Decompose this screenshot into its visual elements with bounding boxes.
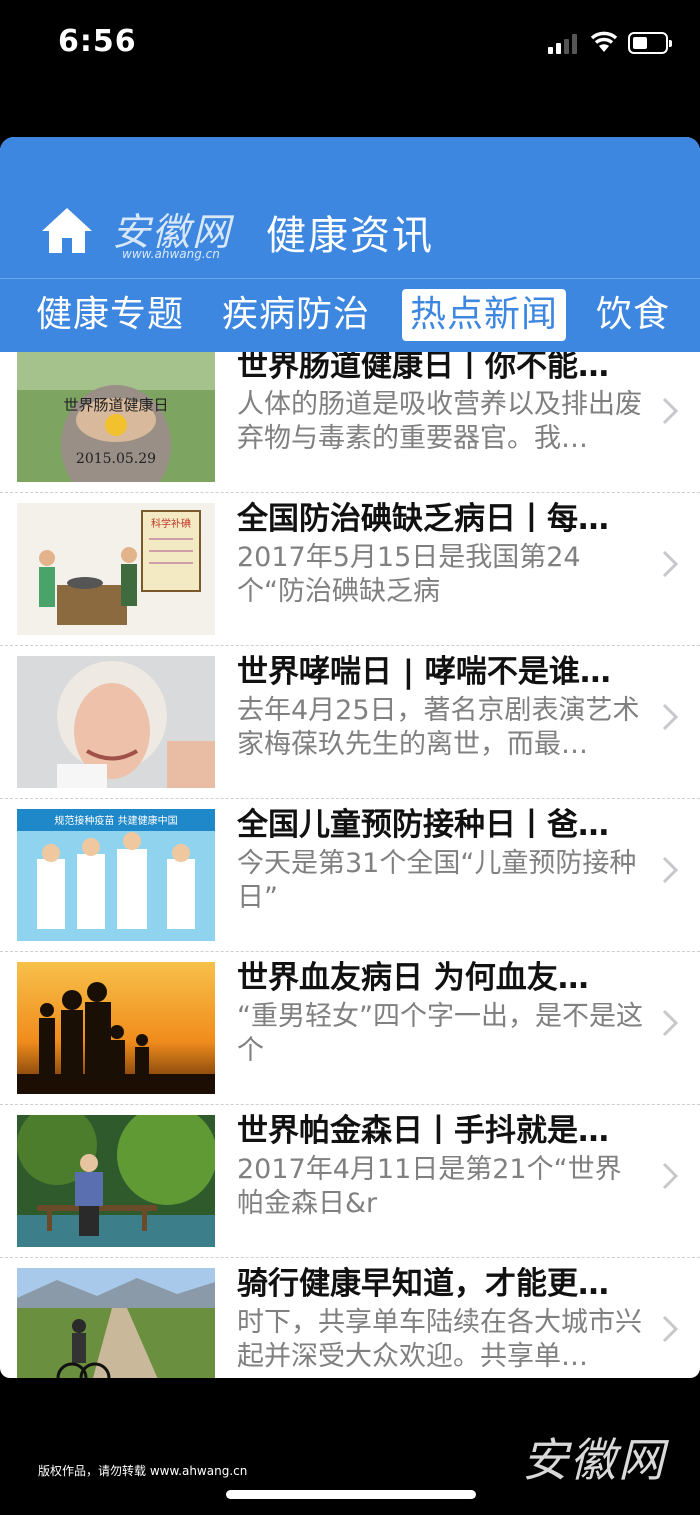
page-title: 健康资讯 bbox=[266, 213, 434, 259]
thumb-caption: 世界肠道健康日 bbox=[63, 396, 168, 414]
article-title: 世界肠道健康日丨你不能… bbox=[237, 352, 609, 384]
article-desc: 2017年5月15日是我国第24个“防治碘缺乏病 bbox=[237, 542, 581, 607]
thumb-date: 2015.05.29 bbox=[76, 451, 156, 467]
article-thumbnail bbox=[17, 962, 215, 1094]
thumb-caption: 规范接种疫苗 共建健康中国 bbox=[54, 814, 177, 827]
article-title: 世界帕金森日丨手抖就是… bbox=[237, 1113, 609, 1149]
tab-disease-prevention[interactable]: 疾病防治 bbox=[214, 289, 378, 341]
chevron-right-icon bbox=[662, 397, 679, 425]
article-thumbnail bbox=[17, 656, 215, 788]
article-item[interactable]: 世界血友病日 为何血友… “重男轻女”四个字一出，是不是这个 bbox=[0, 952, 700, 1105]
wifi-icon bbox=[590, 31, 618, 52]
article-item[interactable]: 世界哮喘日 | 哮喘不是谁… 去年4月25日，著名京剧表演艺术家梅葆玖先生的离世… bbox=[0, 646, 700, 799]
chevron-right-icon bbox=[662, 550, 679, 578]
article-desc: 2017年4月11日是第21个“世界帕金森日&r bbox=[237, 1154, 622, 1219]
article-thumbnail: 世界肠道健康日 2015.05.29 bbox=[17, 352, 215, 482]
chevron-right-icon bbox=[662, 856, 679, 884]
article-title: 世界血友病日 为何血友… bbox=[237, 960, 589, 996]
chevron-right-icon bbox=[662, 1315, 679, 1343]
article-item[interactable]: 规范接种疫苗 共建健康中国 全国儿童预防接种日丨爸… 今天是第31个全国“儿童预… bbox=[0, 799, 700, 952]
article-desc: 去年4月25日，著名京剧表演艺术家梅葆玖先生的离世，而最… bbox=[237, 695, 640, 760]
article-list: 世界肠道健康日 2015.05.29 世界肠道健康日丨你不能… 人体的肠道是吸收… bbox=[0, 352, 700, 1378]
article-thumbnail: 规范接种疫苗 共建健康中国 bbox=[17, 809, 215, 941]
article-thumbnail bbox=[17, 1115, 215, 1247]
article-item[interactable]: 世界肠道健康日 2015.05.29 世界肠道健康日丨你不能… 人体的肠道是吸收… bbox=[0, 352, 700, 493]
tab-hot-news[interactable]: 热点新闻 bbox=[402, 289, 567, 341]
category-tabs: 健康专题 疾病防治 热点新闻 饮食 bbox=[0, 278, 700, 352]
chevron-right-icon bbox=[662, 1162, 679, 1190]
cellular-signal-icon bbox=[548, 34, 580, 54]
tab-diet[interactable]: 饮食 bbox=[588, 289, 678, 341]
app-header: 安徽网 www.ahwang.cn 健康资讯 bbox=[0, 137, 700, 278]
tab-health-topics[interactable]: 健康专题 bbox=[28, 289, 192, 341]
watermark-logo: 安徽网 bbox=[522, 1433, 666, 1487]
chevron-right-icon bbox=[662, 1009, 679, 1037]
status-bar: 6:56 bbox=[0, 0, 700, 90]
home-indicator[interactable] bbox=[226, 1490, 476, 1499]
article-title: 全国防治碘缺乏病日丨每… bbox=[237, 501, 609, 537]
article-desc: 人体的肠道是吸收营养以及排出废弃物与毒素的重要器官。我… bbox=[237, 389, 642, 454]
article-thumbnail bbox=[17, 1268, 215, 1378]
article-thumbnail: 科学补碘 bbox=[17, 503, 215, 635]
copyright-note: 版权作品，请勿转载 www.ahwang.cn bbox=[38, 1464, 248, 1478]
article-item[interactable]: 骑行健康早知道，才能更… 时下，共享单车陆续在各大城市兴起并深受大众欢迎。共享单… bbox=[0, 1258, 700, 1378]
thumb-caption: 科学补碘 bbox=[151, 517, 191, 530]
app-window: 安徽网 www.ahwang.cn 健康资讯 健康专题 疾病防治 热点新闻 饮食… bbox=[0, 137, 700, 1378]
home-icon[interactable] bbox=[40, 205, 94, 255]
article-desc: “重男轻女”四个字一出，是不是这个 bbox=[237, 1001, 643, 1066]
article-desc: 今天是第31个全国“儿童预防接种日” bbox=[237, 848, 637, 913]
site-logo: 安徽网 www.ahwang.cn bbox=[112, 201, 242, 265]
article-item[interactable]: 世界帕金森日丨手抖就是… 2017年4月11日是第21个“世界帕金森日&r bbox=[0, 1105, 700, 1258]
chevron-right-icon bbox=[662, 703, 679, 731]
status-time: 6:56 bbox=[58, 24, 137, 59]
logo-url: www.ahwang.cn bbox=[122, 247, 220, 261]
battery-icon bbox=[628, 32, 672, 54]
article-title: 骑行健康早知道，才能更… bbox=[237, 1266, 609, 1302]
article-desc: 时下，共享单车陆续在各大城市兴起并深受大众欢迎。共享单… bbox=[237, 1307, 642, 1372]
article-item[interactable]: 科学补碘 全国防治碘缺乏病日丨每… 2017年5月15日是我国第24个“防治碘缺… bbox=[0, 493, 700, 646]
article-title: 全国儿童预防接种日丨爸… bbox=[237, 807, 609, 843]
article-title: 世界哮喘日 | 哮喘不是谁… bbox=[237, 654, 611, 690]
